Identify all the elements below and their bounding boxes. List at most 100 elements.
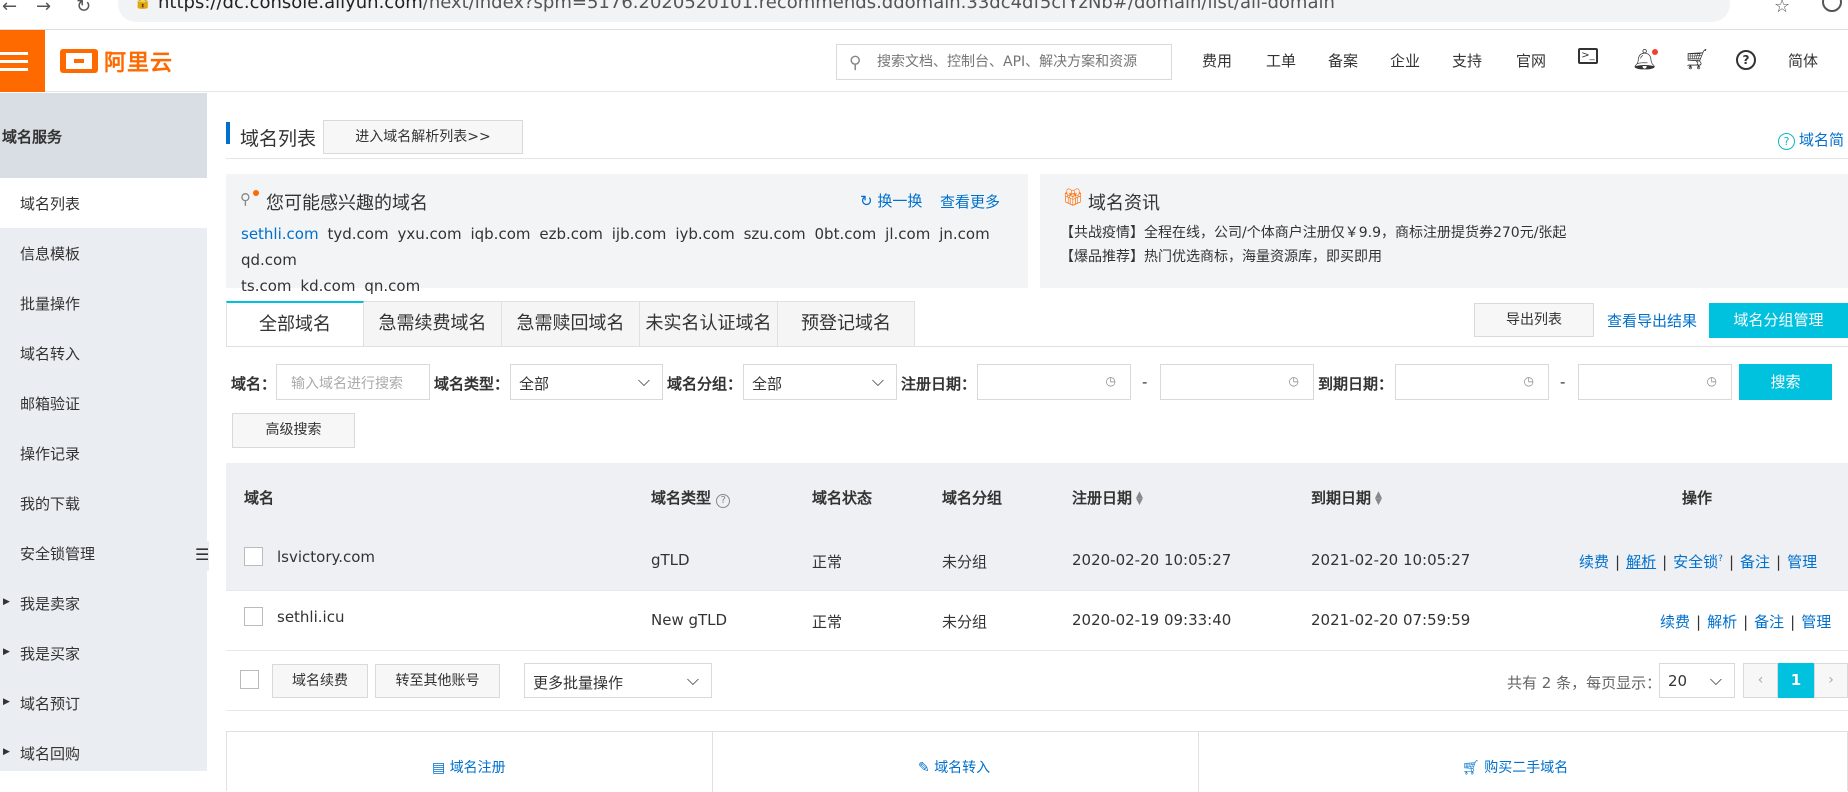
transfer-account-button[interactable]: 转至其他账号 — [375, 664, 500, 698]
col-reg-date[interactable]: 注册日期 ▲ ▼ — [1072, 487, 1143, 508]
cart-icon[interactable]: 🛒︎ — [1684, 47, 1709, 71]
question-icon[interactable]: ? — [716, 494, 731, 508]
register-card[interactable]: ▤ 域名注册 — [227, 732, 713, 792]
security-lock-link[interactable]: 安全锁? — [1673, 553, 1723, 571]
sidebar-item-email-verify[interactable]: 邮箱验证 — [0, 378, 207, 428]
reload-icon[interactable]: ↻ — [76, 0, 91, 17]
domain-suggestion[interactable]: szu.com — [744, 225, 806, 243]
sidebar-collapse-handle[interactable]: ☰ — [193, 541, 209, 571]
domain-suggestion[interactable]: 0bt.com — [815, 225, 877, 243]
manage-link[interactable]: 管理 — [1801, 613, 1831, 631]
language-switch[interactable]: 简体 — [1788, 50, 1818, 71]
reg-date-start[interactable]: ◷ — [977, 364, 1131, 400]
note-link[interactable]: 备注 — [1754, 613, 1784, 631]
row-checkbox[interactable] — [244, 547, 263, 566]
dns-link[interactable]: 解析 — [1707, 613, 1737, 631]
sort-icon[interactable]: ▲ ▼ — [1136, 490, 1143, 506]
tab-renew-urgent[interactable]: 急需续费域名 — [364, 301, 502, 347]
sidebar-item-buyer[interactable]: ▶ 我是买家 — [0, 628, 207, 678]
domain-suggestion[interactable]: kd.com — [300, 277, 355, 295]
row-checkbox[interactable] — [244, 607, 263, 626]
domain-suggestion[interactable]: iyb.com — [675, 225, 734, 243]
chevron-down-icon: ⌵ — [871, 371, 884, 390]
domain-suggestion[interactable]: jn.com — [939, 225, 989, 243]
tab-redeem-urgent[interactable]: 急需赎回域名 — [502, 301, 640, 347]
buy-second-hand-card[interactable]: 🛒︎ 购买二手域名 — [1199, 732, 1848, 792]
sidebar-item-op-log[interactable]: 操作记录 — [0, 428, 207, 478]
nav-support[interactable]: 支持 — [1452, 50, 1482, 71]
page-1-button[interactable]: 1 — [1778, 663, 1814, 698]
col-exp-date[interactable]: 到期日期 ▲ ▼ — [1311, 487, 1382, 508]
refresh-link[interactable]: ↻ 换一换 — [860, 190, 922, 211]
news-line[interactable]: 【共战疫情】全程在线，公司/个体商户注册仅￥9.9，商标注册提货券270元/张起 — [1060, 222, 1566, 242]
domain-suggestion[interactable]: tyd.com — [327, 225, 388, 243]
help-doc-link[interactable]: ? 域名简 — [1778, 129, 1844, 150]
sidebar-item-seller[interactable]: ▶ 我是卖家 — [0, 578, 207, 628]
nav-tickets[interactable]: 工单 — [1266, 50, 1296, 71]
dns-link[interactable]: 解析 — [1626, 553, 1656, 571]
manage-link[interactable]: 管理 — [1787, 553, 1817, 571]
url-text[interactable]: https://dc.console.aliyun.com/next/index… — [158, 0, 1335, 13]
domain-suggestion[interactable]: sethli.com — [241, 225, 319, 243]
tab-all[interactable]: 全部域名 — [226, 301, 364, 347]
forward-icon[interactable]: → — [36, 0, 51, 17]
star-icon[interactable]: ☆ — [1774, 0, 1790, 17]
next-page-button[interactable]: › — [1814, 663, 1848, 698]
note-link[interactable]: 备注 — [1740, 553, 1770, 571]
profile-icon[interactable] — [1822, 0, 1842, 12]
menu-button[interactable] — [0, 30, 45, 92]
group-select[interactable]: 全部 ⌵ — [743, 364, 897, 400]
sidebar-item-downloads[interactable]: 我的下载 — [0, 478, 207, 528]
bulk-renew-button[interactable]: 域名续费 — [272, 664, 368, 698]
exp-date-end[interactable]: ◷ — [1578, 364, 1732, 400]
transfer-in-card[interactable]: ✎ 域名转入 — [713, 732, 1199, 792]
advanced-search-button[interactable]: 高级搜索 — [232, 413, 355, 448]
global-search[interactable]: ⚲ — [836, 44, 1172, 80]
sidebar-item-transfer-in[interactable]: 域名转入 — [0, 328, 207, 378]
renew-link[interactable]: 续费 — [1660, 613, 1690, 631]
sidebar-item-domain-list[interactable]: 域名列表 — [0, 178, 207, 228]
dns-list-button[interactable]: 进入域名解析列表>> — [323, 120, 523, 154]
domain-suggestion[interactable]: jl.com — [885, 225, 930, 243]
domain-suggestion[interactable]: yxu.com — [397, 225, 461, 243]
terminal-icon[interactable]: >_ — [1578, 48, 1598, 64]
domain-link[interactable]: lsvictory.com — [277, 548, 375, 566]
nav-enterprise[interactable]: 企业 — [1390, 50, 1420, 71]
domain-suggestion[interactable]: ts.com — [241, 277, 292, 295]
aliyun-logo[interactable]: 阿里云 — [60, 46, 173, 76]
reg-date-end[interactable]: ◷ — [1160, 364, 1314, 400]
export-button[interactable]: 导出列表 — [1474, 303, 1594, 337]
domain-suggestion[interactable]: iqb.com — [470, 225, 530, 243]
page-size-select[interactable]: 20 ⌵ — [1659, 663, 1735, 698]
nav-website[interactable]: 官网 — [1516, 50, 1546, 71]
sidebar-item-security-lock[interactable]: 安全锁管理 — [0, 528, 207, 578]
search-input[interactable] — [875, 51, 1165, 73]
sidebar-item-reserve[interactable]: ▶ 域名预订 — [0, 678, 207, 728]
type-select[interactable]: 全部 ⌵ — [510, 364, 663, 400]
view-more-link[interactable]: 查看更多 — [940, 191, 1000, 212]
news-line[interactable]: 【爆品推荐】热门优选商标，海量资源库，即买即用 — [1060, 246, 1382, 266]
domain-suggestion[interactable]: qn.com — [364, 277, 420, 295]
group-manage-button[interactable]: 域名分组管理 — [1709, 303, 1848, 338]
domain-suggestion[interactable]: qd.com — [241, 251, 297, 269]
search-button[interactable]: 搜索 — [1739, 364, 1832, 400]
domain-link[interactable]: sethli.icu — [277, 608, 344, 626]
nav-icp[interactable]: 备案 — [1328, 50, 1358, 71]
tab-preregistered[interactable]: 预登记域名 — [778, 301, 915, 347]
domain-suggestion[interactable]: ijb.com — [612, 225, 667, 243]
tab-unverified[interactable]: 未实名认证域名 — [640, 301, 778, 347]
help-icon[interactable]: ? — [1736, 50, 1756, 70]
renew-link[interactable]: 续费 — [1579, 553, 1609, 571]
sidebar-item-batch[interactable]: 批量操作 — [0, 278, 207, 328]
domain-search-field[interactable]: 输入域名进行搜索 — [276, 364, 430, 400]
sidebar-item-templates[interactable]: 信息模板 — [0, 228, 207, 278]
nav-billing[interactable]: 费用 — [1202, 50, 1232, 71]
exp-date-start[interactable]: ◷ — [1395, 364, 1549, 400]
prev-page-button[interactable]: ‹ — [1743, 663, 1778, 698]
domain-suggestion[interactable]: ezb.com — [539, 225, 602, 243]
view-export-link[interactable]: 查看导出结果 — [1607, 310, 1697, 331]
select-all-checkbox[interactable] — [240, 670, 259, 689]
sort-icon[interactable]: ▲ ▼ — [1375, 490, 1382, 506]
back-icon[interactable]: ← — [2, 0, 17, 17]
more-bulk-select[interactable]: 更多批量操作 ⌵ — [524, 663, 712, 698]
